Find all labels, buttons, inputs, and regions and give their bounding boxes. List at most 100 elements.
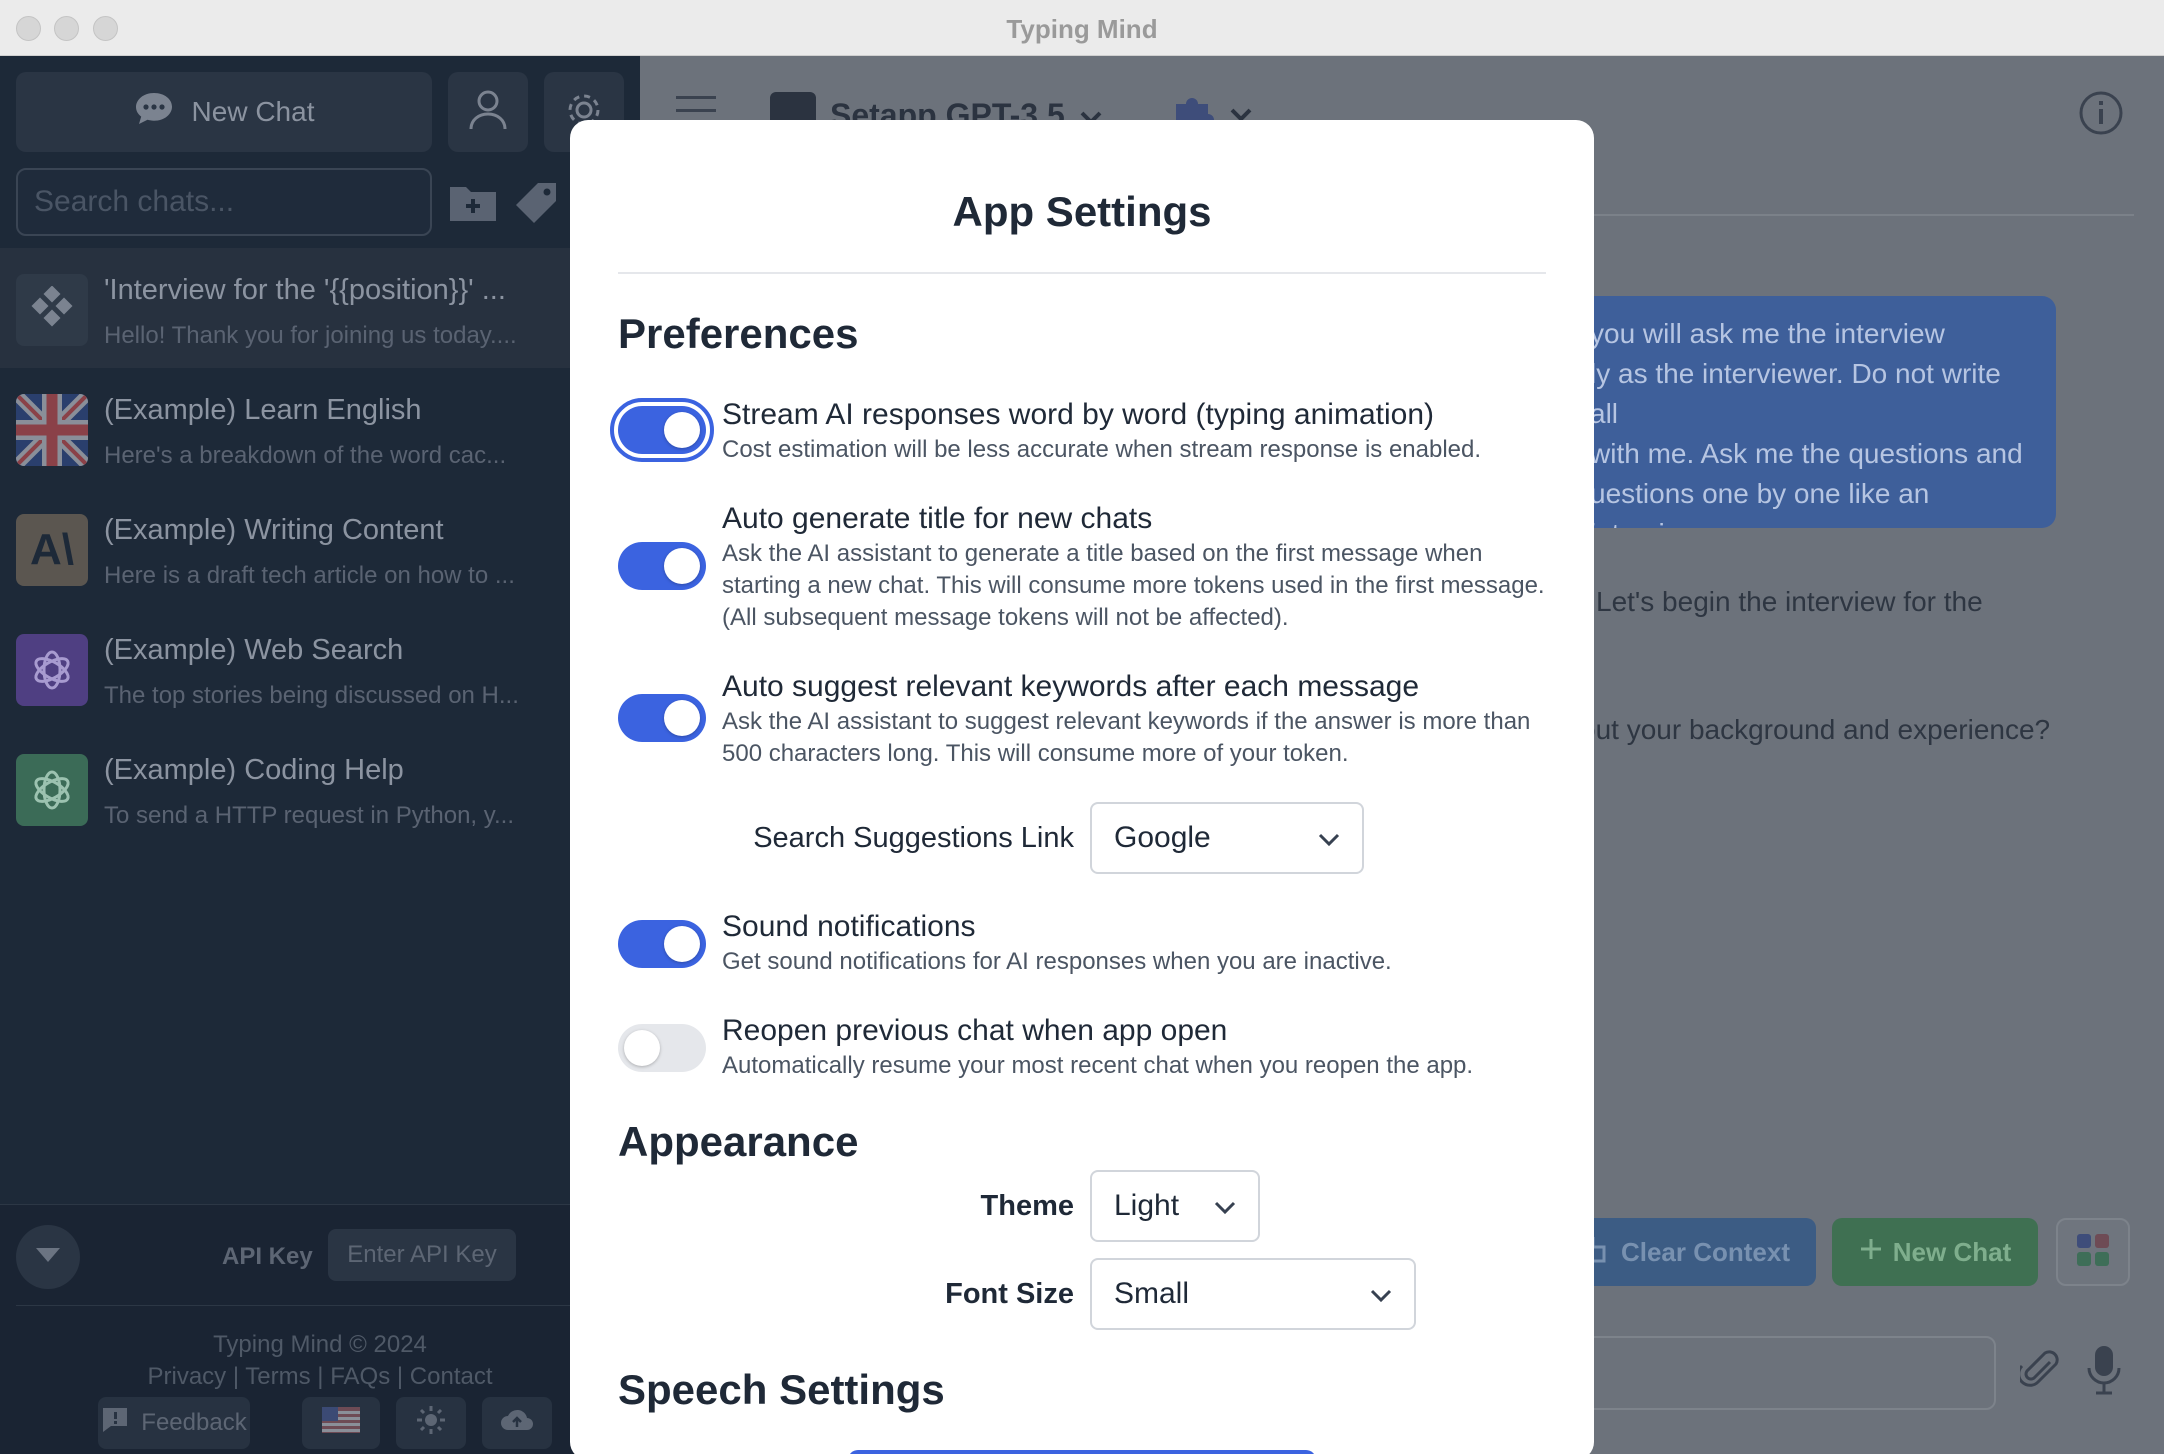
message-input[interactable] <box>1540 1336 1996 1410</box>
chevron-down-icon <box>1370 1277 1392 1311</box>
assistant-message-line: Let's begin the interview for the <box>1596 586 1983 617</box>
new-chat-button[interactable]: New Chat <box>1832 1218 2038 1286</box>
modal-title: App Settings <box>952 188 1212 235</box>
toggle-knob <box>624 1030 660 1066</box>
chat-bubble-icon <box>134 91 174 134</box>
anthropic-logo-icon: A\ <box>16 514 88 586</box>
sun-icon <box>416 1405 446 1442</box>
appearance-heading: Appearance <box>618 1118 859 1165</box>
chat-title: 'Interview for the '{{position}}' ... <box>104 274 506 306</box>
copyright: Typing Mind © 2024 <box>213 1331 427 1358</box>
search-suggestions-label: Search Suggestions Link <box>753 822 1074 854</box>
us-flag-icon <box>322 1406 360 1440</box>
app-settings-modal: App Settings Preferences Stream AI respo… <box>570 120 1594 1454</box>
window-titlebar: Typing Mind <box>0 0 2164 56</box>
chat-preview: The top stories being discussed on H... <box>104 682 519 709</box>
apps-button[interactable] <box>2056 1218 2130 1286</box>
theme-toggle-button[interactable] <box>396 1397 466 1449</box>
chat-preview: Hello! Thank you for joining us today...… <box>104 322 517 349</box>
pref-description: Get sound notifications for AI responses… <box>722 948 1392 975</box>
footer-links[interactable]: Privacy | Terms | FAQs | Contact <box>0 1363 640 1391</box>
chat-preview: Here's a breakdown of the word cac... <box>104 442 507 469</box>
auto-title-toggle[interactable] <box>618 542 706 590</box>
user-message-bubble: you will ask me the interview ly as the … <box>1570 296 2056 528</box>
new-chat-button[interactable]: New Chat <box>16 72 432 152</box>
apps-grid-icon <box>2076 1233 2110 1272</box>
font-size-label: Font Size <box>945 1278 1074 1310</box>
select-value: Light <box>1114 1189 1180 1222</box>
language-button[interactable] <box>302 1397 380 1449</box>
chat-list-item[interactable]: (Example) Web Search The top stories bei… <box>0 608 640 728</box>
pref-description: Cost estimation will be less accurate wh… <box>722 436 1482 463</box>
new-folder-icon[interactable] <box>448 181 498 228</box>
chat-preview: To send a HTTP request in Python, y... <box>104 802 514 829</box>
info-icon[interactable] <box>2078 90 2124 141</box>
auto-suggest-keywords-toggle[interactable] <box>618 694 706 742</box>
footer-divider <box>16 1305 624 1306</box>
feedback-label: Feedback <box>141 1409 247 1436</box>
theme-select[interactable]: Light <box>1090 1170 1260 1242</box>
chat-title: (Example) Web Search <box>104 634 404 666</box>
select-value: Small <box>1114 1277 1190 1310</box>
sound-notifications-toggle[interactable] <box>618 920 706 968</box>
profile-button[interactable] <box>448 72 528 152</box>
toggle-knob <box>664 548 700 584</box>
window-title: Typing Mind <box>1006 14 1158 44</box>
feedback-button[interactable]: Feedback <box>98 1397 250 1449</box>
collapse-button[interactable] <box>16 1225 80 1289</box>
microphone-icon[interactable] <box>2086 1344 2122 1401</box>
speech-settings-heading: Speech Settings <box>618 1366 945 1413</box>
toggle-knob <box>664 700 700 736</box>
chat-list-item[interactable]: A\ (Example) Writing Content Here is a d… <box>0 488 640 608</box>
preferences-heading: Preferences <box>618 310 859 357</box>
uk-flag-icon <box>16 394 88 466</box>
user-message-line: you will ask me the interview <box>1590 318 1945 349</box>
stream-responses-toggle[interactable] <box>610 398 714 462</box>
user-message-line: with me. Ask me the questions and <box>1590 438 2023 469</box>
pref-label: Sound notifications <box>722 910 976 943</box>
toggle-knob <box>664 412 700 448</box>
paperclip-icon[interactable] <box>2017 1348 2060 1397</box>
chevron-down-icon <box>1318 821 1340 855</box>
chat-preview: Here is a draft tech article on how to .… <box>104 562 515 589</box>
new-chat-label: New Chat <box>191 96 315 127</box>
pref-description: Ask the AI assistant to generate a title… <box>722 540 1545 631</box>
pref-description: Ask the AI assistant to suggest relevant… <box>722 708 1531 767</box>
pref-label: Reopen previous chat when app open <box>722 1014 1228 1047</box>
pref-description: Automatically resume your most recent ch… <box>722 1052 1474 1079</box>
feedback-icon <box>101 1406 129 1441</box>
assistant-message-line: out your background and experience? <box>1580 714 2051 745</box>
speech-settings-button[interactable] <box>848 1450 1316 1454</box>
setapp-logo-icon <box>16 274 88 346</box>
select-value: Google <box>1114 821 1211 854</box>
sidebar: New Chat 'Interview for the '{{position}… <box>0 56 640 1454</box>
chat-title: (Example) Writing Content <box>104 514 444 546</box>
sidebar-footer: API Key Enter API Key Typing Mind © 2024… <box>0 1204 640 1454</box>
user-message-line: uestions one by one like an interviewer <box>1590 478 1930 528</box>
cloud-upload-icon <box>500 1406 534 1441</box>
user-icon <box>468 89 508 136</box>
pref-label: Stream AI responses word by word (typing… <box>722 398 1434 431</box>
search-chats-input[interactable] <box>16 168 432 236</box>
modal-divider <box>618 272 1546 274</box>
chat-list-item[interactable]: (Example) Learn English Here's a breakdo… <box>0 368 640 488</box>
cloud-sync-button[interactable] <box>482 1397 552 1449</box>
toggle-knob <box>664 926 700 962</box>
font-size-select[interactable]: Small <box>1090 1258 1416 1330</box>
pref-label: Auto generate title for new chats <box>722 502 1153 535</box>
theme-label: Theme <box>980 1190 1074 1222</box>
chat-list-item[interactable]: (Example) Coding Help To send a HTTP req… <box>0 728 640 848</box>
reopen-chat-toggle[interactable] <box>618 1024 706 1072</box>
tag-icon[interactable] <box>514 181 558 230</box>
chat-title: (Example) Learn English <box>104 394 422 426</box>
chat-list-item[interactable]: 'Interview for the '{{position}}' ... He… <box>0 248 640 368</box>
chevron-down-icon <box>1214 1189 1236 1223</box>
openai-logo-icon <box>16 754 88 826</box>
plus-icon <box>1859 1237 1883 1268</box>
openai-logo-icon <box>16 634 88 706</box>
search-suggestions-select[interactable]: Google <box>1090 802 1364 874</box>
enter-api-key-button[interactable]: Enter API Key <box>328 1229 516 1281</box>
chevron-down-icon <box>34 1246 62 1269</box>
pref-label: Auto suggest relevant keywords after eac… <box>722 670 1420 703</box>
api-key-label: API Key <box>222 1243 313 1270</box>
